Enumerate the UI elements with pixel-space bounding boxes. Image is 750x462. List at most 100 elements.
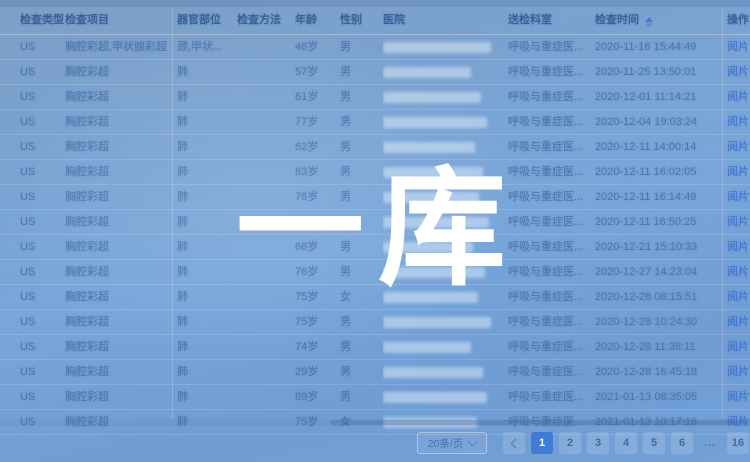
page-button-2[interactable]: 2 bbox=[559, 432, 581, 454]
table-row[interactable]: US 胸腔彩超 肺 77岁 男 呼吸与重症医... 2020-12-04 19:… bbox=[0, 110, 750, 135]
cell-age: 77岁 bbox=[295, 110, 337, 134]
page-size-label: 20条/页 bbox=[428, 436, 464, 451]
cell-exam-method bbox=[237, 235, 291, 259]
cell-exam-type: US bbox=[20, 35, 64, 59]
table-row[interactable]: US 胸腔彩超 肺 66岁 男 呼吸与重症医... 2020-12-21 15:… bbox=[0, 235, 750, 260]
cell-hospital-redacted bbox=[383, 335, 503, 359]
table-body: US 胸腔彩超,甲状腺彩超 颈,甲状... 46岁 男 呼吸与重症医... 20… bbox=[0, 35, 750, 435]
redacted-text-blob bbox=[383, 117, 487, 128]
view-images-link[interactable]: 阅片 bbox=[727, 335, 750, 359]
cell-gender: 男 bbox=[340, 310, 380, 334]
cell-exam-type: US bbox=[20, 185, 64, 209]
cell-exam-type: US bbox=[20, 260, 64, 284]
sort-caret-up-icon bbox=[645, 17, 653, 22]
table-row[interactable]: US 胸腔彩超 肺 57岁 男 呼吸与重症医... 2020-11-25 13:… bbox=[0, 60, 750, 85]
view-images-link[interactable]: 阅片 bbox=[727, 135, 750, 159]
cell-exam-time: 2020-12-04 19:03:24 bbox=[595, 110, 727, 134]
cell-hospital-redacted bbox=[383, 35, 503, 59]
page-button-16[interactable]: 16 bbox=[727, 432, 749, 454]
cell-exam-item: 胸腔彩超 bbox=[65, 310, 175, 334]
cell-hospital-redacted bbox=[383, 235, 503, 259]
redacted-text-blob bbox=[383, 392, 487, 403]
redacted-text-blob bbox=[383, 267, 485, 278]
table-row[interactable]: US 胸腔彩超 肺 29岁 男 呼吸与重症医... 2020-12-28 16:… bbox=[0, 360, 750, 385]
cell-gender: 女 bbox=[340, 210, 380, 234]
view-images-link[interactable]: 阅片 bbox=[727, 85, 750, 109]
cell-exam-method bbox=[237, 285, 291, 309]
cell-age: 75岁 bbox=[295, 310, 337, 334]
fixed-left-column-divider bbox=[172, 7, 173, 419]
cell-hospital-redacted bbox=[383, 260, 503, 284]
cell-organ-part: 肺 bbox=[177, 310, 233, 334]
cell-hospital-redacted bbox=[383, 385, 503, 409]
view-images-link[interactable]: 阅片 bbox=[727, 385, 750, 409]
cell-department: 呼吸与重症医... bbox=[508, 35, 592, 59]
table-row[interactable]: US 胸腔彩超 肺 74岁 男 呼吸与重症医... 2020-12-28 11:… bbox=[0, 335, 750, 360]
view-images-link[interactable]: 阅片 bbox=[727, 110, 750, 134]
page-button-6[interactable]: 6 bbox=[671, 432, 693, 454]
cell-exam-method bbox=[237, 360, 291, 384]
view-images-link[interactable]: 阅片 bbox=[727, 35, 750, 59]
header-exam-time-label: 检查时间 bbox=[595, 14, 639, 26]
table-row[interactable]: US 胸腔彩超 肺 75岁 女 呼吸与重症医... 2020-12-28 08:… bbox=[0, 285, 750, 310]
page-size-select[interactable]: 20条/页 bbox=[417, 432, 487, 454]
table-header: 检查类型 检查项目 器官部位 检查方法 年龄 性别 医院 送检科室 检查时间 操… bbox=[0, 7, 750, 35]
table-row[interactable]: US 胸腔彩超 肺 89岁 男 呼吸与重症医... 2021-01-13 08:… bbox=[0, 385, 750, 410]
table-row[interactable]: US 胸腔彩超,甲状腺彩超 颈,甲状... 46岁 男 呼吸与重症医... 20… bbox=[0, 35, 750, 60]
view-images-link[interactable]: 阅片 bbox=[727, 235, 750, 259]
cell-exam-type: US bbox=[20, 210, 64, 234]
table-row[interactable]: US 胸腔彩超 肺 78岁 男 呼吸与重症医... 2020-12-11 16:… bbox=[0, 185, 750, 210]
cell-exam-method bbox=[237, 135, 291, 159]
cell-gender: 男 bbox=[340, 85, 380, 109]
redacted-text-blob bbox=[383, 342, 471, 353]
cell-exam-type: US bbox=[20, 285, 64, 309]
table-row[interactable]: US 胸腔彩超 肺 75岁 男 呼吸与重症医... 2020-12-28 10:… bbox=[0, 310, 750, 335]
view-images-link[interactable]: 阅片 bbox=[727, 60, 750, 84]
chevron-down-icon bbox=[468, 437, 478, 447]
pagination-ellipsis[interactable]: ... bbox=[699, 432, 721, 454]
cell-organ-part: 肺 bbox=[177, 285, 233, 309]
view-images-link[interactable]: 阅片 bbox=[727, 210, 750, 234]
cell-organ-part: 肺 bbox=[177, 110, 233, 134]
top-strip bbox=[0, 0, 750, 7]
cell-department: 呼吸与重症医... bbox=[508, 360, 592, 384]
page-button-5[interactable]: 5 bbox=[643, 432, 665, 454]
table-row[interactable]: US 胸腔彩超 肺 76岁 女 呼吸与重症医... 2020-12-11 16:… bbox=[0, 210, 750, 235]
table-row[interactable]: US 胸腔彩超 肺 76岁 男 呼吸与重症医... 2020-12-27 14:… bbox=[0, 260, 750, 285]
view-images-link[interactable]: 阅片 bbox=[727, 310, 750, 334]
cell-gender: 男 bbox=[340, 35, 380, 59]
view-images-link[interactable]: 阅片 bbox=[727, 285, 750, 309]
cell-department: 呼吸与重症医... bbox=[508, 185, 592, 209]
cell-department: 呼吸与重症医... bbox=[508, 285, 592, 309]
header-exam-time-sortable[interactable]: 检查时间 bbox=[595, 7, 727, 34]
page-button-1[interactable]: 1 bbox=[531, 432, 553, 454]
view-images-link[interactable]: 阅片 bbox=[727, 160, 750, 184]
cell-department: 呼吸与重症医... bbox=[508, 85, 592, 109]
header-gender: 性别 bbox=[340, 7, 380, 34]
view-images-link[interactable]: 阅片 bbox=[727, 260, 750, 284]
cell-gender: 男 bbox=[340, 235, 380, 259]
cell-organ-part: 肺 bbox=[177, 85, 233, 109]
fixed-right-column-divider bbox=[722, 7, 723, 419]
page-button-3[interactable]: 3 bbox=[587, 432, 609, 454]
cell-gender: 男 bbox=[340, 60, 380, 84]
view-images-link[interactable]: 阅片 bbox=[727, 185, 750, 209]
cell-age: 46岁 bbox=[295, 35, 337, 59]
table-row[interactable]: US 胸腔彩超 肺 62岁 男 呼吸与重症医... 2020-12-11 14:… bbox=[0, 135, 750, 160]
cell-exam-item: 胸腔彩超 bbox=[65, 210, 175, 234]
view-images-link[interactable]: 阅片 bbox=[727, 360, 750, 384]
pagination: 20条/页 123456... 16 bbox=[417, 432, 749, 454]
prev-page-button[interactable] bbox=[503, 432, 525, 454]
page-button-4[interactable]: 4 bbox=[615, 432, 637, 454]
cell-age: 76岁 bbox=[295, 210, 337, 234]
sort-carets-icon[interactable] bbox=[645, 17, 653, 28]
table-row[interactable]: US 胸腔彩超 肺 83岁 男 呼吸与重症医... 2020-12-11 16:… bbox=[0, 160, 750, 185]
cell-exam-time: 2020-12-11 14:00:14 bbox=[595, 135, 727, 159]
table-row[interactable]: US 胸腔彩超 肺 61岁 男 呼吸与重症医... 2020-12-01 11:… bbox=[0, 85, 750, 110]
cell-organ-part: 肺 bbox=[177, 335, 233, 359]
cell-exam-time: 2020-11-16 15:44:49 bbox=[595, 35, 727, 59]
cell-age: 74岁 bbox=[295, 335, 337, 359]
horizontal-scrollbar-thumb[interactable] bbox=[330, 420, 750, 425]
chevron-left-icon bbox=[510, 438, 520, 448]
cell-exam-item: 胸腔彩超 bbox=[65, 285, 175, 309]
